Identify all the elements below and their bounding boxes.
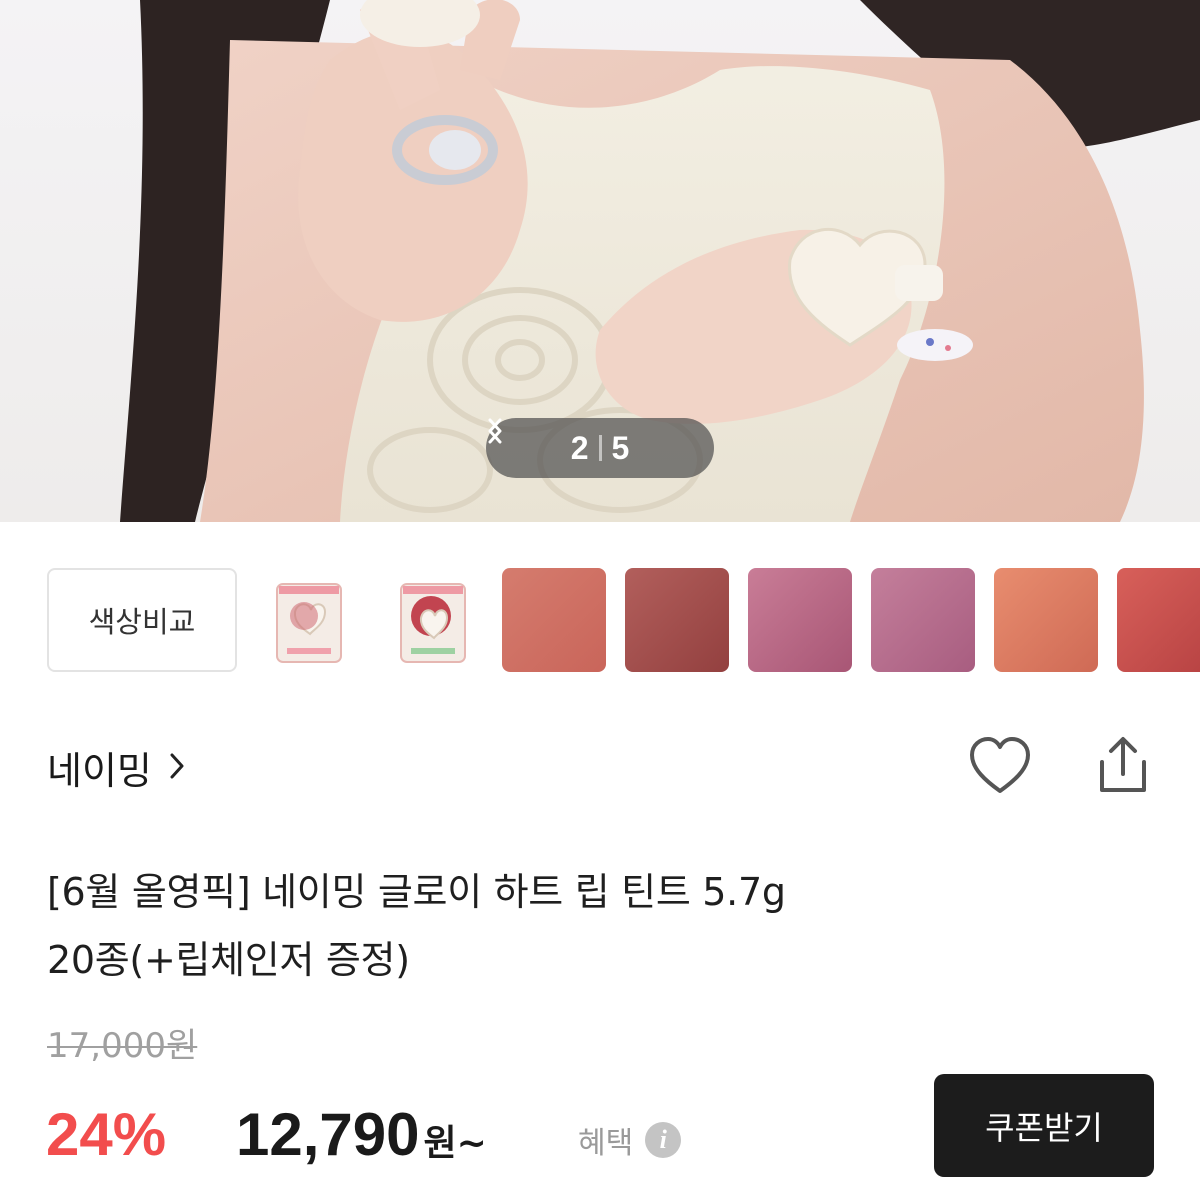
gallery-separator — [598, 435, 602, 461]
color-swatch[interactable] — [748, 568, 852, 672]
color-swatch[interactable] — [994, 568, 1098, 672]
chevron-left-icon[interactable] — [488, 418, 538, 461]
brand-link[interactable]: 네이밍 — [47, 740, 186, 795]
package-thumbnail[interactable] — [257, 568, 361, 672]
color-swatch[interactable] — [1117, 568, 1200, 672]
benefit-label: 혜택 — [578, 1126, 634, 1161]
package-thumbnail[interactable] — [381, 568, 485, 672]
gallery-current: 2 — [570, 429, 589, 466]
sale-price: 12,790 원~ — [236, 1100, 487, 1169]
brand-name: 네이밍 — [47, 749, 152, 793]
gallery-total: 5 — [611, 429, 630, 466]
discount-rate: 24% — [46, 1101, 167, 1168]
option-thumbnails: 색상비교 — [0, 568, 1200, 674]
share-icon[interactable] — [1094, 734, 1152, 796]
color-compare-button[interactable]: 색상비교 — [47, 568, 237, 672]
product-image-carousel[interactable]: 2 5 — [0, 0, 1200, 522]
original-price: 17,000원 — [47, 1026, 198, 1066]
product-title: [6월 올영픽] 네이밍 글로이 하트 립 틴트 5.7g 20종(+립체인저 … — [47, 858, 1007, 994]
gallery-counter: 2 5 — [571, 430, 630, 467]
benefit-info[interactable]: 혜택 i — [578, 1118, 682, 1162]
sale-price-unit: 원~ — [423, 1123, 487, 1164]
color-swatch[interactable] — [625, 568, 729, 672]
sale-price-value: 12,790 — [236, 1101, 420, 1168]
heart-icon[interactable] — [966, 735, 1034, 797]
chevron-right-icon — [168, 751, 186, 785]
product-title-line: [6월 올영픽] 네이밍 글로이 하트 립 틴트 5.7g — [47, 870, 786, 914]
chevron-right-icon[interactable] — [488, 418, 688, 461]
gallery-pager: 2 5 — [486, 418, 714, 478]
color-swatch[interactable] — [502, 568, 606, 672]
info-icon: i — [645, 1122, 682, 1158]
product-title-line: 20종(+립체인저 증정) — [47, 938, 410, 982]
color-swatch[interactable] — [871, 568, 975, 672]
get-coupon-button[interactable]: 쿠폰받기 — [934, 1074, 1154, 1177]
